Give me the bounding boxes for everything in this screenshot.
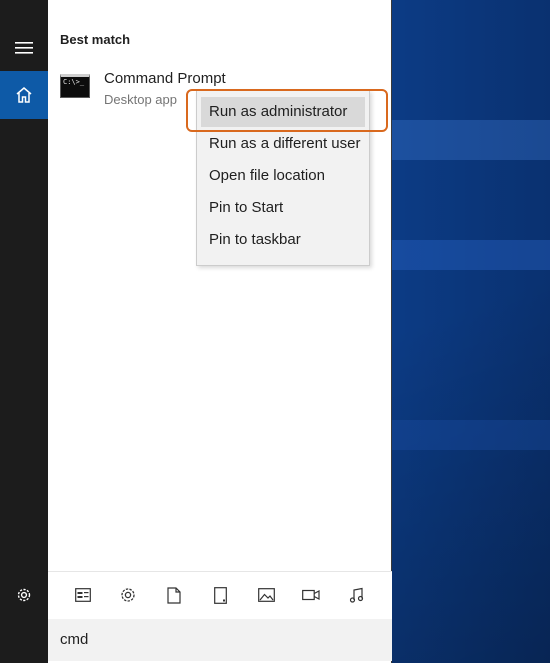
filter-toolbar <box>48 571 392 619</box>
settings-icon <box>17 588 31 602</box>
videos-icon <box>302 589 320 601</box>
settings-icon <box>121 588 135 602</box>
wallpaper-light-beam <box>380 240 550 270</box>
photos-filter-button[interactable] <box>255 584 277 606</box>
hamburger-icon <box>15 42 33 54</box>
videos-filter-button[interactable] <box>300 584 322 606</box>
home-icon <box>16 87 32 103</box>
search-input[interactable]: cmd <box>60 631 88 648</box>
context-menu: Run as administrator Run as a different … <box>196 90 370 266</box>
search-box[interactable]: cmd <box>48 619 392 661</box>
music-filter-button[interactable] <box>346 584 368 606</box>
tablet-icon <box>213 586 227 604</box>
menu-item-open-file-location[interactable]: Open file location <box>201 161 365 191</box>
apps-icon <box>75 588 91 602</box>
settings-button[interactable] <box>0 571 48 619</box>
start-rail <box>0 0 48 663</box>
tablet-filter-button[interactable] <box>209 584 231 606</box>
command-prompt-icon: C:\>_ <box>60 74 90 98</box>
menu-item-run-as-administrator[interactable]: Run as administrator <box>201 97 365 127</box>
command-prompt-icon-text: C:\>_ <box>63 78 85 86</box>
menu-item-run-as-different-user[interactable]: Run as a different user <box>201 129 365 159</box>
menu-item-pin-to-start[interactable]: Pin to Start <box>201 193 365 223</box>
result-name: Command Prompt <box>104 70 226 87</box>
wallpaper-light-beam <box>380 420 550 450</box>
home-button[interactable] <box>0 71 48 119</box>
menu-item-pin-to-taskbar[interactable]: Pin to taskbar <box>201 225 365 255</box>
menu-button[interactable] <box>0 24 48 72</box>
documents-filter-button[interactable] <box>163 584 185 606</box>
settings-filter-button[interactable] <box>117 584 139 606</box>
result-type: Desktop app <box>104 92 177 107</box>
photos-icon <box>257 588 275 602</box>
section-title: Best match <box>60 32 131 47</box>
wallpaper-light-beam <box>380 120 550 160</box>
music-icon <box>349 587 364 603</box>
documents-icon <box>167 586 181 604</box>
apps-filter-button[interactable] <box>72 584 94 606</box>
